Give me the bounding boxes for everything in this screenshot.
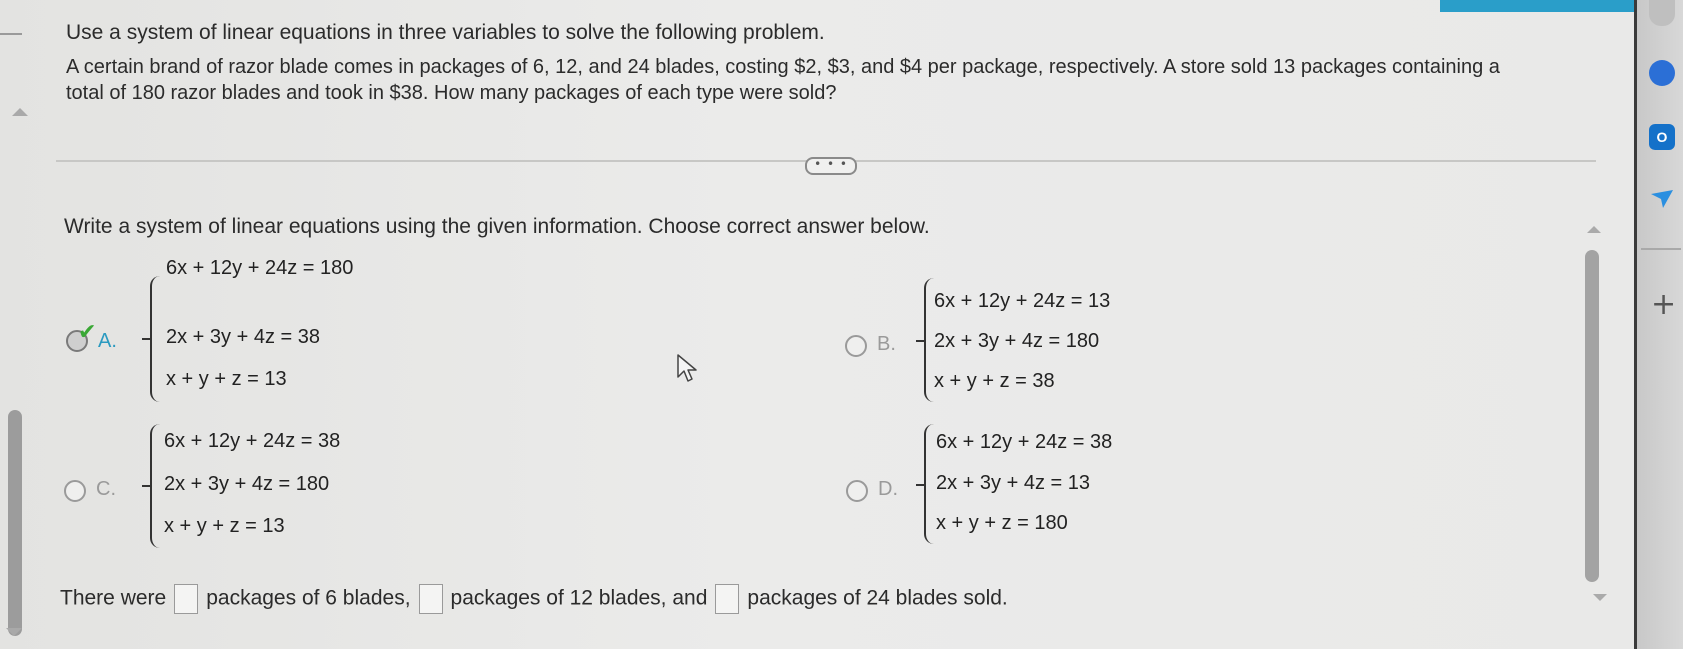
brace-tip [142, 485, 150, 487]
side-dock: O + [1634, 0, 1683, 649]
answer-input-12-blades[interactable] [418, 584, 443, 614]
answer-text-2: packages of 6 blades, [206, 586, 411, 610]
brace-icon [150, 276, 162, 402]
equation: x + y + z = 180 [936, 512, 1068, 534]
answer-sentence: There were packages of 6 blades, packages … [60, 584, 1008, 614]
answer-input-24-blades[interactable] [715, 584, 740, 614]
equation: 2x + 3y + 4z = 38 [166, 326, 320, 348]
radio-option-d[interactable] [846, 480, 868, 502]
question-prompt: Write a system of linear equations using… [64, 215, 930, 238]
browser-app-icon[interactable] [1649, 60, 1675, 86]
mouse-cursor-icon [676, 353, 700, 388]
equation: 2x + 3y + 4z = 180 [164, 473, 330, 495]
equation: 6x + 12y + 24z = 38 [936, 431, 1113, 453]
outlook-icon[interactable]: O [1649, 124, 1675, 150]
answer-text-4: packages of 24 blades sold. [747, 586, 1008, 610]
top-bar [0, 0, 1634, 14]
equation: 2x + 3y + 4z = 180 [934, 330, 1100, 352]
problem-text: A certain brand of razor blade comes in … [66, 56, 1500, 104]
brace-tip [916, 484, 924, 486]
equation: 2x + 3y + 4z = 13 [936, 472, 1090, 494]
radio-option-c[interactable] [64, 480, 86, 502]
scroll-down-arrow-icon[interactable] [6, 628, 22, 636]
scroll-up-arrow-icon[interactable] [12, 108, 28, 116]
top-accent-bar [1440, 0, 1634, 12]
profile-icon[interactable] [1649, 0, 1675, 26]
left-dash [0, 33, 22, 35]
instruction-text: Use a system of linear equations in thre… [66, 21, 825, 44]
equation: x + y + z = 13 [164, 515, 285, 537]
radio-option-b[interactable] [845, 335, 867, 357]
question-page: Use a system of linear equations in thre… [0, 0, 1634, 649]
equation: 6x + 12y + 24z = 38 [164, 430, 341, 452]
equation: x + y + z = 38 [934, 370, 1055, 392]
left-gutter [0, 0, 28, 649]
option-a-letter: A. [98, 330, 117, 352]
answer-text-3: packages of 12 blades, and [450, 586, 708, 610]
brace-icon [150, 424, 162, 548]
brace-tip [916, 340, 924, 342]
equation: x + y + z = 13 [166, 368, 287, 390]
left-scrollbar[interactable] [8, 410, 22, 636]
answer-input-6-blades[interactable] [174, 584, 199, 614]
option-b-letter: B. [877, 333, 896, 355]
option-d-letter: D. [878, 478, 898, 500]
right-scroll-down-icon[interactable] [1593, 594, 1607, 601]
brace-tip [142, 338, 150, 340]
add-icon[interactable]: + [1651, 290, 1676, 320]
equation: 6x + 12y + 24z = 180 [166, 257, 354, 279]
option-c-letter: C. [96, 478, 116, 500]
right-scrollbar[interactable] [1585, 250, 1599, 582]
right-scroll-up-icon[interactable] [1587, 226, 1601, 233]
brace-icon [924, 424, 936, 544]
expand-more-button[interactable]: • • • [805, 157, 857, 175]
send-icon[interactable] [1649, 186, 1675, 212]
checkmark-icon: ✔ [78, 320, 97, 345]
dock-divider [1641, 248, 1681, 250]
equation: 6x + 12y + 24z = 13 [934, 290, 1111, 312]
answer-text-1: There were [60, 586, 167, 610]
